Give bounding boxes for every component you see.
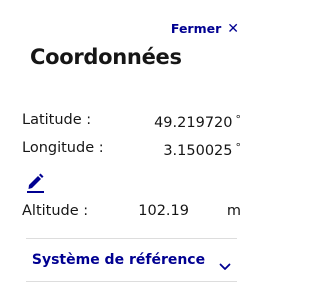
latitude-label: Latitude : xyxy=(22,112,92,128)
longitude-unit: ° xyxy=(235,141,242,154)
latitude-value-group: 49.219720 ° xyxy=(154,108,241,135)
longitude-value: 3.150025 xyxy=(163,143,233,159)
chevron-down-icon xyxy=(219,256,231,270)
altitude-row: Altitude : 102.19 m xyxy=(22,199,241,223)
longitude-row: Longitude : 3.150025 ° xyxy=(22,136,241,160)
reference-system-toggle[interactable]: Système de référence xyxy=(26,240,237,280)
longitude-value-group: 3.150025 ° xyxy=(163,136,241,163)
divider-bottom xyxy=(26,281,237,282)
close-button[interactable]: Fermer ✕ xyxy=(171,19,239,39)
latitude-row: Latitude : 49.219720 ° xyxy=(22,108,241,132)
longitude-label: Longitude : xyxy=(22,140,104,156)
latitude-value: 49.219720 xyxy=(154,115,233,131)
latitude-unit: ° xyxy=(235,113,242,126)
altitude-unit: m xyxy=(226,203,241,219)
altitude-label: Altitude : xyxy=(22,203,89,219)
altitude-value: 102.19 xyxy=(138,203,189,219)
close-icon: ✕ xyxy=(227,21,239,37)
pencil-icon-graphic xyxy=(27,173,44,193)
divider-top xyxy=(26,238,237,239)
reference-system-label: Système de référence xyxy=(31,252,206,268)
close-label: Fermer xyxy=(170,21,222,36)
panel-title: Coordonnées xyxy=(30,45,182,69)
pencil-icon[interactable] xyxy=(26,171,46,193)
